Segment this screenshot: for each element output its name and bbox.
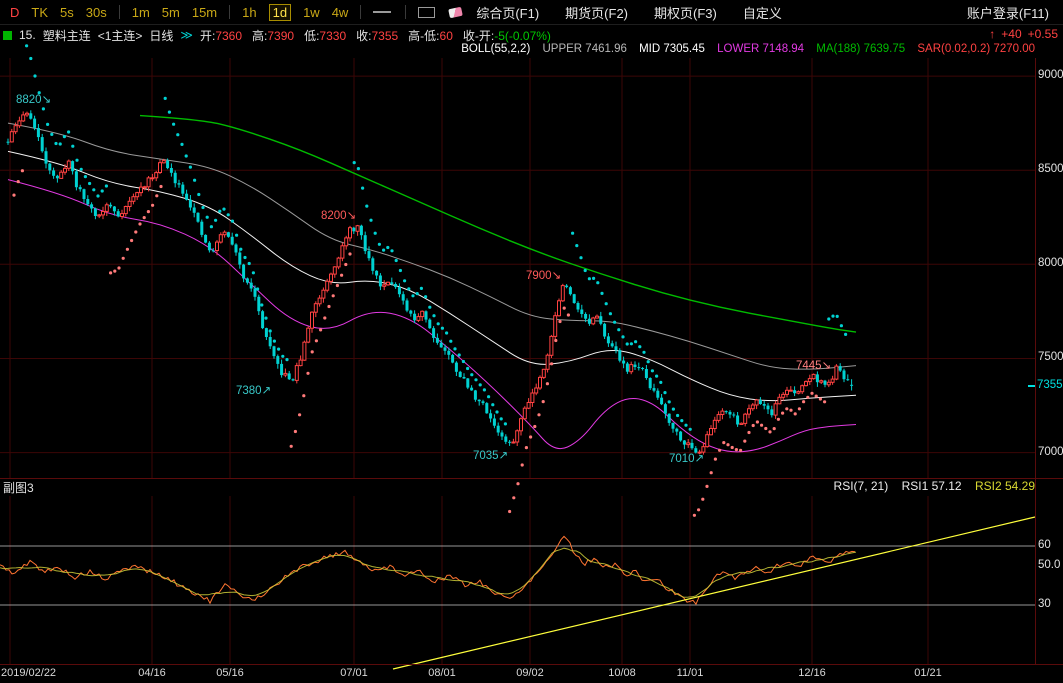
rsi1-value: RSI1 57.12 <box>901 479 962 493</box>
trading-terminal: D TK 5s 30s 1m 5m 15m 1h 1d 1w 4w 综合页(F1) 期货页(F2) 期权页… <box>0 0 1063 683</box>
rsi2-value: RSI2 54.29 <box>974 479 1035 493</box>
subchart-label[interactable]: 副图3 <box>3 479 34 496</box>
price-chart-canvas[interactable] <box>0 0 1063 683</box>
rsi-title[interactable]: RSI(7, 21) <box>834 479 889 493</box>
subchart-bar: 副图3 RSI(7, 21) RSI1 57.12 RSI2 54.29 <box>0 479 1063 495</box>
